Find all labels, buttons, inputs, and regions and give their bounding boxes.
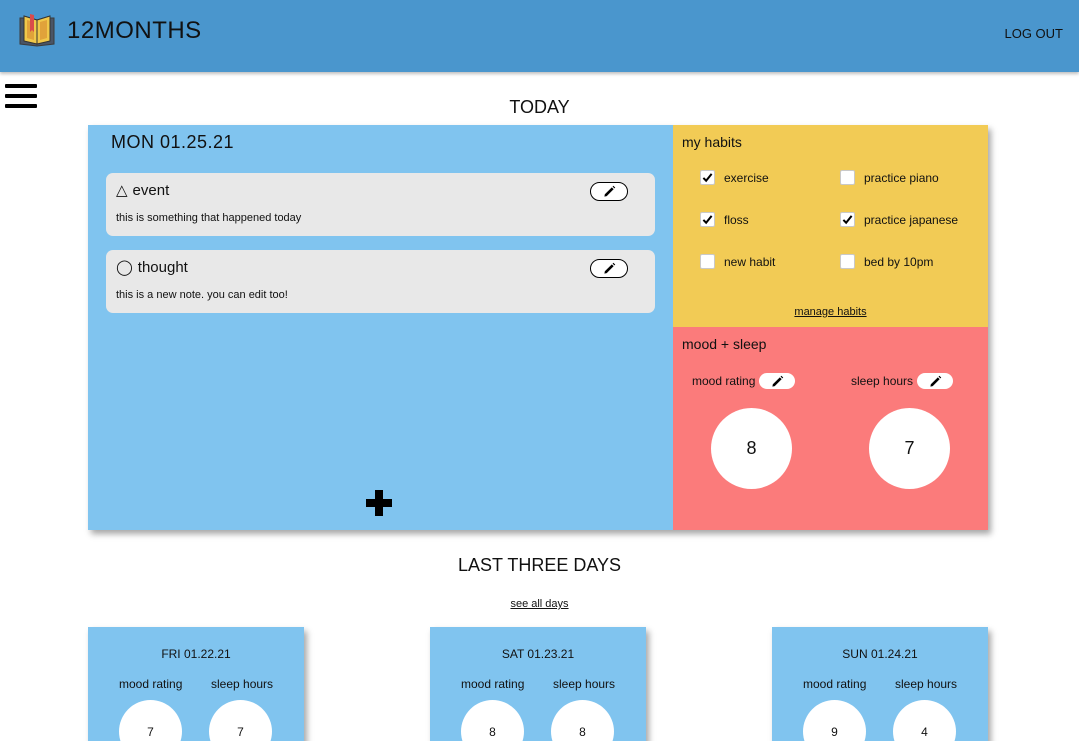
day-card[interactable]: SAT 01.23.21 mood rating sleep hours 8 8: [430, 627, 646, 741]
edit-mood-button[interactable]: [759, 373, 796, 389]
mood-rating-label: mood rating: [803, 677, 867, 691]
note-body: this is something that happened today: [116, 212, 302, 224]
habit-label: floss: [724, 212, 749, 227]
add-note-button[interactable]: [366, 490, 392, 516]
see-all-days-link[interactable]: see all days: [510, 598, 568, 610]
habit-label: bed by 10pm: [864, 254, 934, 269]
habit-item: new habit: [700, 254, 775, 269]
habits-title: my habits: [682, 134, 742, 150]
habit-label: practice japanese: [864, 212, 959, 227]
notes-panel: MON 01.25.21 △ event this is something t…: [88, 125, 673, 530]
today-date: MON 01.25.21: [111, 132, 235, 152]
habit-item: floss: [700, 212, 749, 227]
habits-panel: my habits exercise practice piano floss …: [673, 125, 988, 327]
book-logo-icon: [19, 14, 55, 47]
note-body: this is a new note. you can edit too!: [116, 289, 288, 301]
pencil-icon: [929, 375, 941, 387]
mood-rating-label: mood rating: [461, 677, 525, 691]
checkmark-icon: [702, 215, 713, 225]
app-brand: 12MONTHS: [67, 17, 202, 44]
checkmark-icon: [702, 173, 713, 183]
checkmark-icon: [842, 215, 853, 225]
habit-checkbox[interactable]: [840, 170, 855, 185]
pencil-icon: [772, 375, 784, 387]
note-title: event: [132, 181, 170, 199]
habit-checkbox[interactable]: [840, 212, 855, 227]
today-card: MON 01.25.21 △ event this is something t…: [88, 125, 988, 530]
sleep-hours-label: sleep hours: [211, 677, 274, 691]
manage-habits-link[interactable]: manage habits: [673, 306, 988, 318]
habit-item: practice japanese: [840, 212, 958, 227]
see-all-days-row: see all days: [0, 598, 1079, 610]
edit-sleep-button[interactable]: [917, 373, 954, 389]
habit-label: practice piano: [864, 170, 939, 185]
mood-rating-text: mood rating: [692, 374, 756, 388]
habit-item: exercise: [700, 170, 769, 185]
note-title: thought: [137, 258, 188, 276]
note-card: ◯ thought this is a new note. you can ed…: [106, 250, 655, 313]
habit-checkbox[interactable]: [700, 212, 715, 227]
today-heading: TODAY: [509, 97, 570, 117]
sleep-hours-label: sleep hours: [851, 373, 954, 389]
triangle-icon: △: [116, 182, 128, 199]
day-date: FRI 01.22.21: [161, 647, 231, 661]
mood-rating-label: mood rating: [692, 373, 796, 389]
sleep-hours-label: sleep hours: [553, 677, 616, 691]
note-header: ◯ thought: [116, 258, 188, 277]
note-card: △ event this is something that happened …: [106, 173, 655, 236]
habit-item: practice piano: [840, 170, 939, 185]
mood-rating-label: mood rating: [119, 677, 183, 691]
mood-sleep-panel: mood + sleep mood rating sleep hours 8 7: [673, 327, 988, 530]
habit-label: exercise: [724, 170, 769, 185]
sleep-value: 8: [551, 700, 614, 741]
mood-value: 7: [119, 700, 182, 741]
day-card[interactable]: SUN 01.24.21 mood rating sleep hours 9 4: [772, 627, 988, 741]
top-bar: 12MONTHS LOG OUT: [0, 0, 1079, 72]
day-card[interactable]: FRI 01.22.21 mood rating sleep hours 7 7: [88, 627, 304, 741]
sleep-value: 4: [893, 700, 956, 741]
sleep-value: 7: [209, 700, 272, 741]
habit-checkbox[interactable]: [700, 170, 715, 185]
note-header: △ event: [116, 181, 170, 200]
day-date: SAT 01.23.21: [501, 647, 575, 661]
habit-checkbox[interactable]: [700, 254, 715, 269]
edit-note-button[interactable]: [590, 259, 628, 278]
habit-label: new habit: [724, 254, 776, 269]
circle-icon: ◯: [116, 259, 133, 276]
mood-value: 9: [803, 700, 866, 741]
mood-value: 8: [461, 700, 524, 741]
logout-link[interactable]: LOG OUT: [1004, 26, 1063, 41]
pencil-icon: [603, 262, 615, 274]
edit-note-button[interactable]: [590, 182, 628, 201]
mood-value: 8: [711, 408, 792, 489]
habit-item: bed by 10pm: [840, 254, 933, 269]
last-three-days-heading: LAST THREE DAYS: [457, 555, 622, 575]
sleep-value: 7: [869, 408, 950, 489]
sleep-hours-label: sleep hours: [895, 677, 958, 691]
mood-sleep-title: mood + sleep: [682, 336, 767, 352]
habit-checkbox[interactable]: [840, 254, 855, 269]
sleep-hours-text: sleep hours: [851, 374, 914, 388]
pencil-icon: [603, 185, 615, 197]
day-date: SUN 01.24.21: [842, 647, 918, 661]
